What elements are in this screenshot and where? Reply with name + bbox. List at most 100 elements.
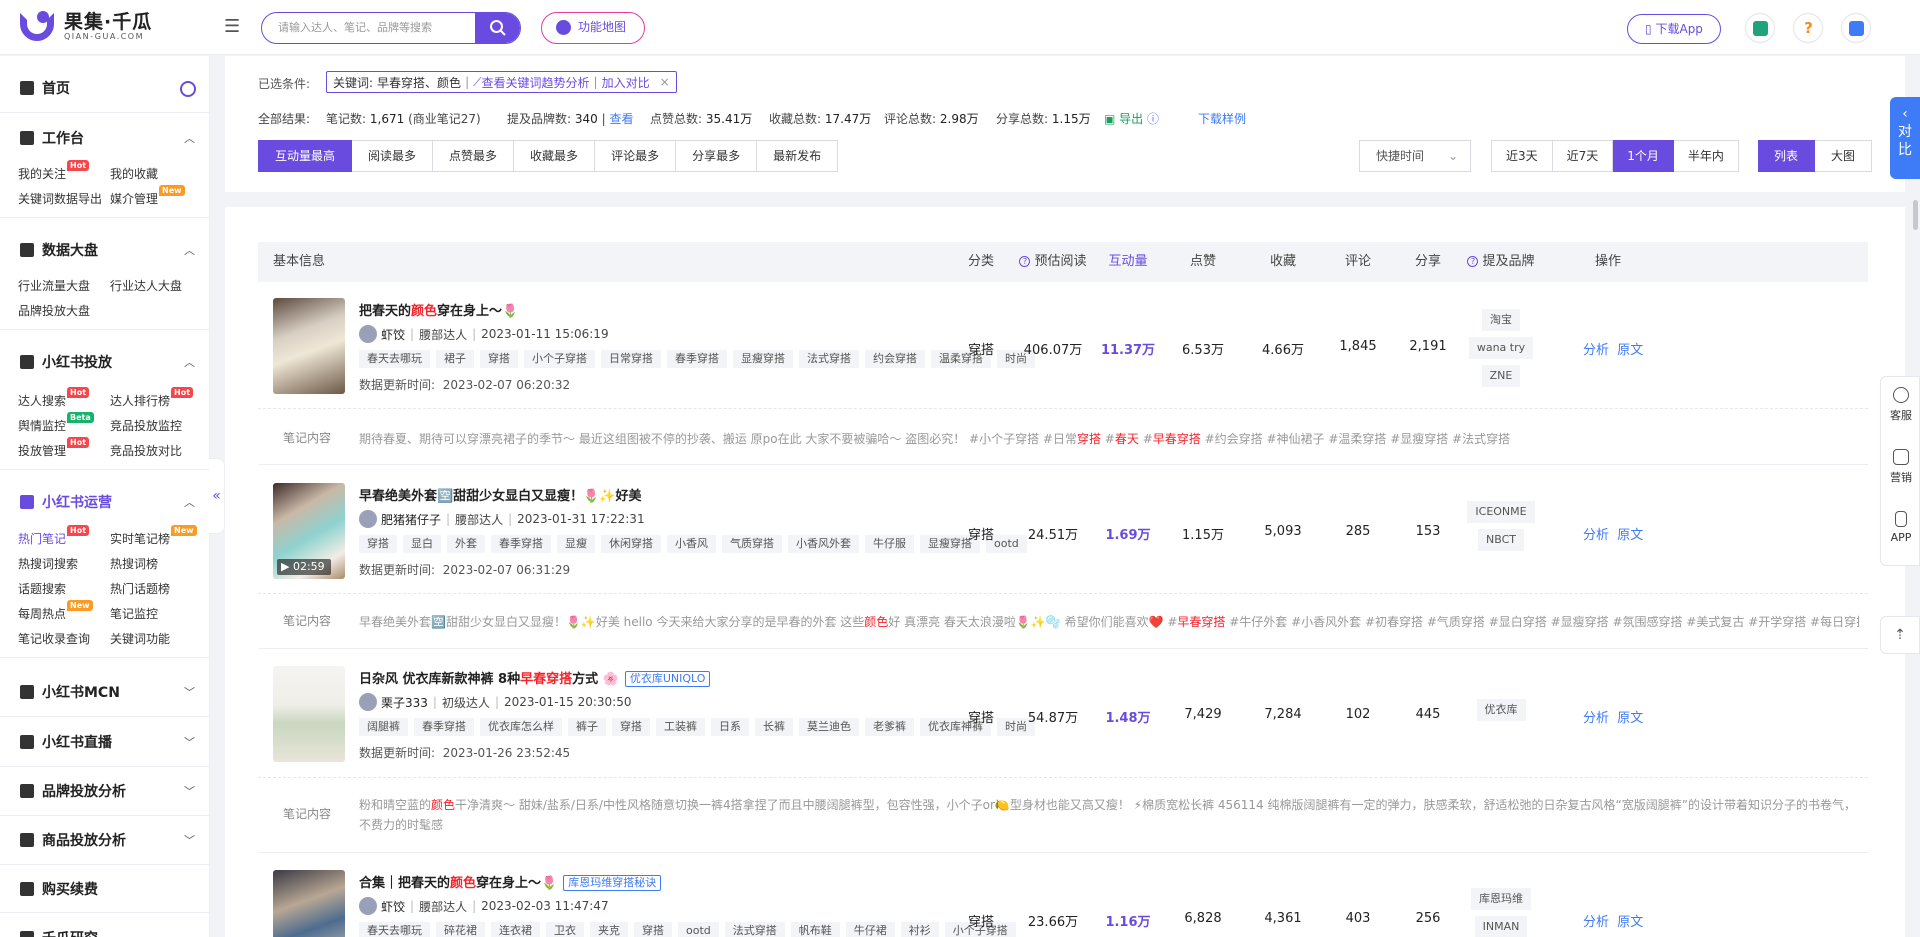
chevron-up-icon[interactable]: ︿ xyxy=(184,357,195,368)
analyze-link[interactable]: 分析 xyxy=(1583,711,1609,726)
sidebar-section-workbench[interactable]: 工作台 xyxy=(20,128,84,148)
sidebar-item-home[interactable]: 首页 xyxy=(20,78,70,98)
sidebar-item-weekly-hot[interactable]: 每周热点 xyxy=(18,605,66,622)
note-cover[interactable] xyxy=(273,666,345,762)
sidebar-item-keyword-export[interactable]: 关键词数据导出 xyxy=(18,190,102,207)
view-grid[interactable]: 大图 xyxy=(1815,140,1873,172)
sidebar-item-kol-search[interactable]: 达人搜索 xyxy=(18,392,66,409)
sidebar-section-goods-analysis[interactable]: 商品投放分析 xyxy=(20,830,126,850)
sidebar-item-competitor-monitor[interactable]: 竞品投放监控 xyxy=(110,417,182,434)
download-sample-link[interactable]: 下载样例 xyxy=(1198,110,1246,127)
avatar[interactable] xyxy=(359,897,377,915)
note-title[interactable]: 早春绝美外套🈳甜甜少女显白又显瘦！🌷✨好美 xyxy=(359,485,642,504)
sidebar-item-hot-search-rank[interactable]: 热搜词榜 xyxy=(110,555,158,572)
sidebar-section-xhs-mcn[interactable]: 小红书MCN xyxy=(20,682,120,702)
sidebar-item-kol-rank[interactable]: 达人排行榜 xyxy=(110,392,170,409)
sidebar-item-brand-board[interactable]: 品牌投放大盘 xyxy=(18,302,90,319)
col-comments[interactable]: 评论 xyxy=(1318,242,1398,282)
note-title[interactable]: 日杂风 优衣库新款神裤 8种早春穿搭方式 🌸 优衣库UNIQLO xyxy=(359,668,711,687)
range-3-days[interactable]: 近3天 xyxy=(1491,140,1553,172)
settings-icon[interactable] xyxy=(180,81,196,97)
sidebar-item-keyword-function[interactable]: 关键词功能 xyxy=(110,630,170,647)
quick-time-select[interactable]: 快捷时间 ⌄ xyxy=(1359,140,1471,172)
sidebar-item-hot-search[interactable]: 热搜词搜索 xyxy=(18,555,78,572)
logo[interactable]: 果集·千瓜 QIAN-GUA.COM xyxy=(18,9,152,43)
sidebar-item-my-follow[interactable]: 我的关注 xyxy=(18,165,66,182)
sidebar-item-industry-kol[interactable]: 行业达人大盘 xyxy=(110,277,182,294)
chevron-down-icon[interactable]: ﹀ xyxy=(184,687,195,698)
chevron-up-icon[interactable]: ︿ xyxy=(184,245,195,256)
search-input[interactable] xyxy=(262,13,474,42)
sidebar-section-xhs-live[interactable]: 小红书直播 xyxy=(20,732,112,752)
tab-like-most[interactable]: 点赞最多 xyxy=(433,140,515,172)
back-to-top-button[interactable]: ⇡ xyxy=(1880,616,1920,654)
col-likes[interactable]: 点赞 xyxy=(1163,242,1243,282)
author-name[interactable]: 肥猪猪仔子 xyxy=(381,511,441,528)
chevron-up-icon[interactable]: ︿ xyxy=(184,133,195,144)
original-link[interactable]: 原文 xyxy=(1617,528,1643,543)
marketing-button[interactable]: 营销 xyxy=(1881,449,1920,485)
chevron-up-icon[interactable]: ︿ xyxy=(184,497,195,508)
add-compare-link[interactable]: 加入对比 xyxy=(602,74,650,91)
help-icon[interactable]: ? xyxy=(1467,256,1479,267)
sidebar-section-xhs-ads[interactable]: 小红书投放 xyxy=(20,352,112,372)
app-button[interactable]: APP xyxy=(1881,511,1920,544)
brand-cooperation-tag[interactable]: 库恩玛维穿搭秘诀 xyxy=(563,875,662,891)
original-link[interactable]: 原文 xyxy=(1617,711,1643,726)
brand-tag[interactable]: 淘宝 xyxy=(1482,309,1520,331)
tab-interaction-top[interactable]: 互动量最高 xyxy=(258,140,353,172)
note-title[interactable]: 把春天的颜色穿在身上～🌷 xyxy=(359,300,518,319)
tab-collect-most[interactable]: 收藏最多 xyxy=(514,140,596,172)
sidebar-section-brand-analysis[interactable]: 品牌投放分析 xyxy=(20,781,126,801)
tab-latest[interactable]: 最新发布 xyxy=(757,140,839,172)
search-button[interactable] xyxy=(475,13,520,43)
compare-tab[interactable]: ‹ 对比 xyxy=(1890,97,1920,179)
col-collects[interactable]: 收藏 xyxy=(1238,242,1328,282)
message-button[interactable] xyxy=(1841,13,1871,43)
help-icon[interactable]: ⓘ xyxy=(1147,112,1159,126)
help-button[interactable]: ? xyxy=(1793,13,1823,43)
export-button[interactable]: ▣ 导出 ⓘ xyxy=(1104,110,1159,127)
sidebar-item-note-index-query[interactable]: 笔记收录查询 xyxy=(18,630,90,647)
range-7-days[interactable]: 近7天 xyxy=(1552,140,1614,172)
download-app-button[interactable]: ▯ 下载App xyxy=(1627,14,1721,44)
customer-service-button[interactable]: 客服 xyxy=(1881,387,1920,423)
sidebar-item-opinion-monitor[interactable]: 舆情监控 xyxy=(18,417,66,434)
briefcase-button[interactable] xyxy=(1745,13,1775,43)
author-name[interactable]: 虾饺 xyxy=(381,898,405,915)
chevron-down-icon[interactable]: ﹀ xyxy=(184,786,195,797)
chevron-down-icon[interactable]: ﹀ xyxy=(184,835,195,846)
keyword-trend-link[interactable]: 查看关键词趋势分析 xyxy=(482,74,590,91)
avatar[interactable] xyxy=(359,693,377,711)
help-icon[interactable]: ? xyxy=(1019,256,1031,267)
avatar[interactable] xyxy=(359,325,377,343)
sidebar-item-research[interactable]: 千瓜研究 xyxy=(20,928,98,937)
sidebar-item-hot-topic-rank[interactable]: 热门话题榜 xyxy=(110,580,170,597)
analyze-link[interactable]: 分析 xyxy=(1583,915,1609,930)
note-cover[interactable]: ▶ 02:59 xyxy=(273,483,345,579)
sidebar-item-ads-manage[interactable]: 投放管理 xyxy=(18,442,66,459)
sidebar-section-data-board[interactable]: 数据大盘 xyxy=(20,240,98,260)
note-title[interactable]: 合集｜把春天的颜色穿在身上～🌷 库恩玛维穿搭秘诀 xyxy=(359,872,662,891)
menu-collapse-icon[interactable]: ☰ xyxy=(224,16,246,38)
analyze-link[interactable]: 分析 xyxy=(1583,528,1609,543)
brand-tag[interactable]: ICEONME xyxy=(1467,501,1535,523)
brand-tag[interactable]: 库恩玛维 xyxy=(1471,888,1531,910)
original-link[interactable]: 原文 xyxy=(1617,343,1643,358)
view-brands-link[interactable]: 查看 xyxy=(609,112,633,126)
function-map-button[interactable]: 功能地图 xyxy=(541,12,645,44)
note-cover[interactable] xyxy=(273,870,345,937)
original-link[interactable]: 原文 xyxy=(1617,915,1643,930)
view-list[interactable]: 列表 xyxy=(1758,140,1816,172)
avatar[interactable] xyxy=(359,510,377,528)
note-cover[interactable] xyxy=(273,298,345,394)
sidebar-item-media-manage[interactable]: 媒介管理 xyxy=(110,190,158,207)
analyze-link[interactable]: 分析 xyxy=(1583,343,1609,358)
brand-tag[interactable]: INMAN xyxy=(1474,916,1528,937)
chevron-down-icon[interactable]: ﹀ xyxy=(184,737,195,748)
sidebar-item-industry-traffic[interactable]: 行业流量大盘 xyxy=(18,277,90,294)
sidebar-item-hot-notes[interactable]: 热门笔记 xyxy=(18,530,66,547)
range-half-year[interactable]: 半年内 xyxy=(1673,140,1739,172)
range-1-month[interactable]: 1个月 xyxy=(1613,140,1674,172)
author-name[interactable]: 栗子333 xyxy=(381,694,428,711)
